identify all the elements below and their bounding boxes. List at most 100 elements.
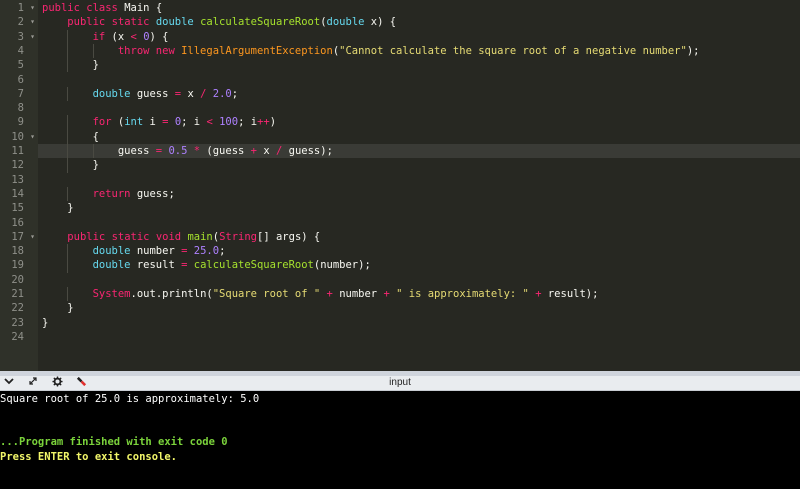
line-number: 5 xyxy=(0,58,38,72)
line-number-text: 13 xyxy=(11,173,24,186)
line-number-text: 2 xyxy=(17,16,24,29)
indent-guide xyxy=(67,186,69,202)
code-line[interactable] xyxy=(38,101,800,115)
code-line[interactable]: guess = 0.5 * (guess + x / guess); xyxy=(38,144,800,159)
code-token: 2.0 xyxy=(212,87,232,100)
code-token: i xyxy=(149,116,156,129)
code-editor[interactable]: 1 ▾ 2 ▾ 3 ▾ 4 5 6 7 8 9 10 ▾ 11 12 13 14 15 16 17 ▾ 18 19 20 21 22… xyxy=(0,0,800,371)
code-line[interactable]: for (int i = 0; i < 100; i++) xyxy=(38,115,800,130)
indent-guide xyxy=(67,58,69,73)
code-line[interactable]: } xyxy=(38,316,800,330)
code-token: + xyxy=(250,145,257,157)
code-token: i xyxy=(193,116,201,129)
code-token: guess xyxy=(136,87,169,100)
line-number: 10 ▾ xyxy=(0,130,38,144)
code-line[interactable] xyxy=(38,216,800,230)
line-number: 13 xyxy=(0,173,38,187)
code-token: IllegalArgumentException xyxy=(181,44,333,57)
code-line[interactable]: double number = 25.0; xyxy=(38,244,800,259)
line-number-text: 20 xyxy=(11,273,24,286)
line-number-text: 16 xyxy=(11,216,24,229)
code-token: guess xyxy=(212,145,245,157)
code-token: main xyxy=(187,230,213,243)
indent-guide xyxy=(67,244,69,259)
code-token: out xyxy=(136,288,156,300)
line-number: 18 xyxy=(0,244,38,258)
fold-arrow-icon[interactable]: ▾ xyxy=(30,1,35,15)
fold-arrow-icon[interactable]: ▾ xyxy=(30,15,35,29)
indent-guide xyxy=(67,258,69,273)
line-number-text: 7 xyxy=(17,87,24,100)
code-line[interactable]: if (x < 0) { xyxy=(38,29,800,44)
line-number: 22 xyxy=(0,301,38,315)
code-token: class xyxy=(86,2,118,14)
indent-guide xyxy=(67,129,69,144)
indent-guide xyxy=(92,43,94,59)
code-token: public xyxy=(67,230,106,243)
code-line[interactable] xyxy=(38,173,800,187)
line-number-text: 23 xyxy=(11,316,24,329)
line-number: 6 xyxy=(0,73,38,87)
indent-guide xyxy=(92,144,94,159)
code-token: 25.0 xyxy=(193,245,220,258)
line-number: 2 ▾ xyxy=(0,15,38,29)
code-line[interactable]: System.out.println("Square root of " + n… xyxy=(38,287,800,302)
code-line[interactable] xyxy=(38,330,800,344)
code-token: new xyxy=(155,44,175,57)
code-line[interactable] xyxy=(38,73,800,87)
code-line[interactable]: } xyxy=(38,158,800,173)
code-token: number xyxy=(339,288,378,300)
code-token: calculateSquareRoot xyxy=(200,16,321,29)
code-token: Main xyxy=(124,2,150,14)
code-token: static xyxy=(111,16,150,29)
code-area[interactable]: public class Main { public static double… xyxy=(38,0,800,371)
line-number-text: 19 xyxy=(11,259,24,272)
fold-arrow-icon[interactable]: ▾ xyxy=(30,30,35,44)
code-token: double xyxy=(326,16,365,29)
line-number-text: 12 xyxy=(11,159,24,172)
fold-arrow-icon[interactable]: ▾ xyxy=(30,230,35,244)
code-token: calculateSquareRoot xyxy=(193,259,314,272)
code-line[interactable]: public class Main { xyxy=(38,1,800,15)
code-line[interactable]: double result = calculateSquareRoot(numb… xyxy=(38,258,800,273)
line-number: 11 xyxy=(0,144,38,158)
line-number-text: 22 xyxy=(11,302,24,315)
code-token: x xyxy=(117,30,125,43)
code-token: double xyxy=(92,259,131,272)
code-line[interactable]: } xyxy=(38,58,800,73)
console-prompt-line: Press ENTER to exit console. xyxy=(0,451,178,463)
code-token: 0.5 xyxy=(168,145,188,157)
line-number: 12 xyxy=(0,158,38,172)
code-token: if xyxy=(92,30,106,43)
code-line[interactable]: } xyxy=(38,301,800,315)
code-token: double xyxy=(155,16,194,29)
line-number: 21 xyxy=(0,287,38,301)
line-number-text: 24 xyxy=(11,330,24,343)
code-token: + xyxy=(326,288,333,300)
code-line[interactable] xyxy=(38,273,800,287)
code-token: double xyxy=(92,87,131,100)
code-line[interactable]: return guess; xyxy=(38,186,800,202)
code-token: throw xyxy=(117,44,150,57)
code-token: 0 xyxy=(143,30,150,43)
line-number-text: 10 xyxy=(11,130,24,143)
code-token: < xyxy=(130,30,137,43)
code-line[interactable]: { xyxy=(38,129,800,144)
code-token: x xyxy=(187,87,194,100)
line-number-text: 17 xyxy=(11,230,24,243)
line-number: 24 xyxy=(0,330,38,344)
code-line[interactable]: double guess = x / 2.0; xyxy=(38,86,800,102)
code-line[interactable]: } xyxy=(38,201,800,215)
code-token: args xyxy=(275,230,302,243)
console-output-line: Square root of 25.0 is approximately: 5.… xyxy=(0,393,260,405)
line-number: 23 xyxy=(0,316,38,330)
line-number-text: 6 xyxy=(17,73,24,86)
fold-arrow-icon[interactable]: ▾ xyxy=(30,130,35,144)
code-line[interactable]: public static double calculateSquareRoot… xyxy=(38,15,800,29)
code-line[interactable]: public static void main(String[] args) { xyxy=(38,230,800,244)
code-token: public xyxy=(42,2,80,14)
console-output[interactable]: Square root of 25.0 is approximately: 5.… xyxy=(0,391,800,489)
line-number: 16 xyxy=(0,216,38,230)
line-number-text: 11 xyxy=(11,145,24,157)
code-line[interactable]: throw new IllegalArgumentException("Cann… xyxy=(38,43,800,59)
